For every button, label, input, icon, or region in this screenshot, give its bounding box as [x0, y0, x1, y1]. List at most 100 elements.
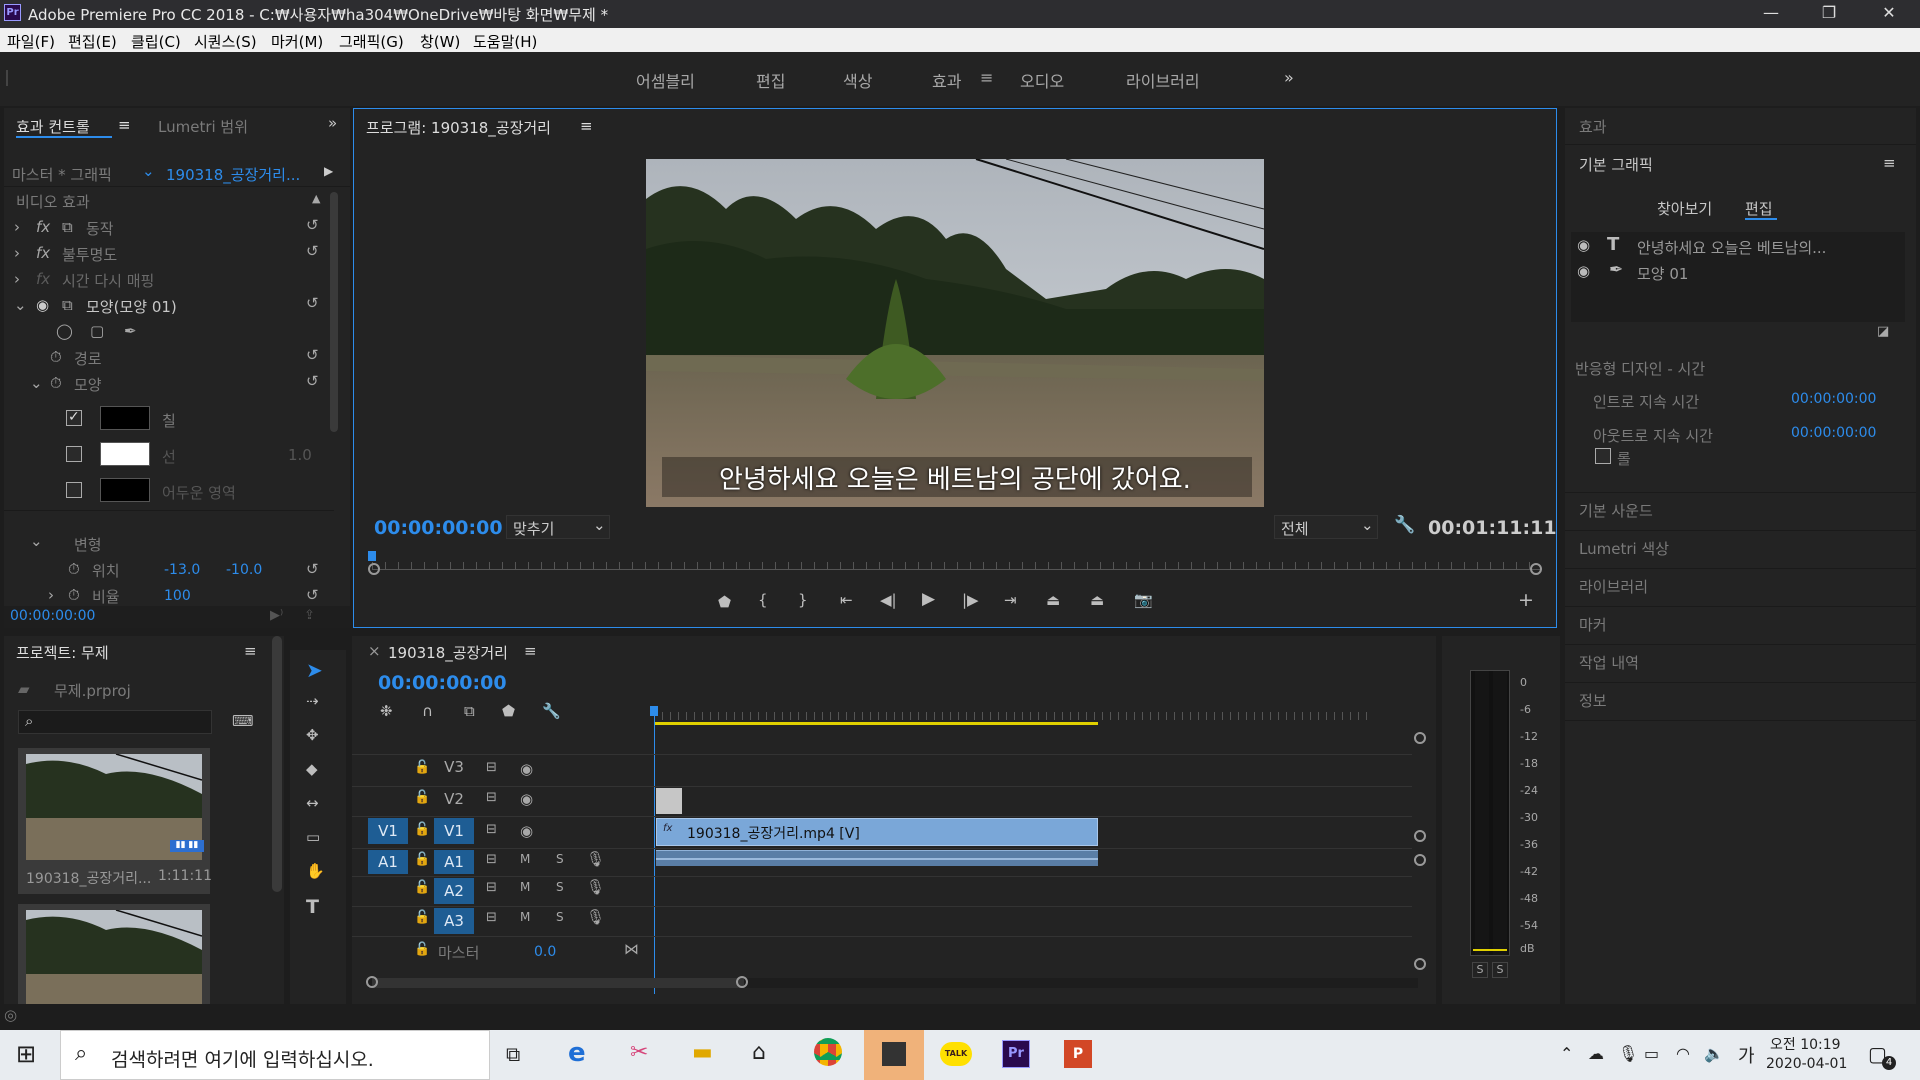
kakaotalk-icon[interactable]: TALK — [940, 1042, 972, 1066]
store-icon[interactable]: ⌂ — [752, 1040, 766, 1065]
windows-start-icon[interactable]: ⊞ — [16, 1040, 36, 1068]
project-panel-title[interactable]: 프로젝트: 무제 — [16, 642, 109, 663]
master-clip-label[interactable]: 마스터 * 그래픽 — [12, 164, 112, 185]
menu-graphics[interactable]: 그래픽(G) — [339, 31, 404, 52]
onedrive-icon[interactable]: ☁ — [1588, 1044, 1604, 1063]
lumetri-scopes-tab[interactable]: Lumetri 범위 — [158, 116, 248, 137]
effect-controls-timecode[interactable]: 00:00:00:00 — [10, 608, 95, 624]
eye-icon[interactable]: ◉ — [1577, 262, 1590, 280]
rectangle-tool-icon[interactable]: ▭ — [306, 828, 320, 846]
hand-tool-icon[interactable]: ✋ — [306, 862, 325, 880]
wrench-icon[interactable]: 🔧 — [1394, 515, 1415, 535]
stopwatch-icon[interactable]: ⏱ — [50, 348, 62, 366]
clock-date[interactable]: 2020-04-01 — [1766, 1056, 1847, 1072]
eye-icon[interactable]: ◉ — [36, 296, 49, 314]
program-monitor-title[interactable]: 프로그램: 190318_공장거리 — [366, 117, 551, 138]
step-back-icon[interactable]: ◀| — [880, 591, 897, 609]
solo-button[interactable]: S — [556, 910, 564, 924]
scale-value[interactable]: 100 — [164, 588, 191, 604]
reset-icon[interactable]: ↺ — [306, 242, 319, 260]
extract-icon[interactable]: ⏏ — [1090, 591, 1104, 609]
ripple-edit-tool-icon[interactable]: ✥ — [306, 726, 319, 744]
go-to-in-icon[interactable]: ⇤ — [840, 591, 853, 609]
background-render-icon[interactable]: ◎ — [4, 1006, 17, 1024]
position-x-value[interactable]: -13.0 — [164, 562, 200, 578]
markers-panel[interactable]: 마커 — [1579, 614, 1607, 635]
solo-right-button[interactable]: S — [1492, 962, 1508, 978]
mute-button[interactable]: M — [520, 880, 530, 894]
expand-chevron-icon[interactable]: › — [14, 218, 20, 236]
collapse-chevron-icon[interactable]: ⌄ — [30, 532, 43, 550]
layer-item-text[interactable]: ◉ T 안녕하세요 오늘은 베트남의... — [1571, 232, 1905, 258]
menu-file[interactable]: 파일(F) — [7, 31, 55, 52]
type-tool-icon[interactable]: T — [306, 896, 319, 918]
eye-icon[interactable]: ◉ — [520, 790, 533, 808]
lock-icon[interactable]: 🔓 — [414, 822, 430, 837]
add-marker-icon[interactable]: ⬟ — [502, 702, 515, 720]
project-search-box[interactable]: ⌕ — [18, 710, 212, 734]
layer-item-shape[interactable]: ◉ ✒ 모양 01 — [1571, 258, 1905, 284]
lock-icon[interactable]: 🔓 — [414, 790, 430, 805]
fill-color-swatch[interactable] — [100, 406, 150, 430]
timeline-settings-wrench-icon[interactable]: 🔧 — [542, 702, 561, 720]
insert-nest-icon[interactable]: ❉ — [380, 702, 393, 720]
sync-lock-icon[interactable]: ⊟ — [486, 910, 497, 925]
source-patch-v1[interactable]: V1 — [368, 818, 408, 844]
taskbar-search-box[interactable]: ⌕ 검색하려면 여기에 입력하십시오. — [60, 1030, 490, 1080]
track-a1-label[interactable]: A1 — [434, 850, 474, 874]
eye-icon[interactable]: ◉ — [520, 822, 533, 840]
expand-chevron-icon[interactable]: › — [14, 270, 20, 288]
volume-icon[interactable]: 🔈 — [1704, 1044, 1724, 1063]
work-area-bar[interactable] — [654, 722, 1098, 725]
essential-sound-panel[interactable]: 기본 사운드 — [1579, 500, 1653, 521]
track-a3-label[interactable]: A3 — [434, 908, 474, 934]
essential-graphics-title[interactable]: 기본 그래픽 — [1579, 154, 1653, 175]
workspace-effects[interactable]: 효과 — [932, 68, 961, 92]
fx-icon[interactable]: fx — [36, 244, 50, 262]
workspace-color[interactable]: 색상 — [843, 68, 872, 92]
menu-window[interactable]: 창(W) — [420, 31, 460, 52]
zoom-handle-left[interactable] — [368, 563, 380, 575]
reset-icon[interactable]: ↺ — [306, 346, 319, 364]
lock-icon[interactable]: 🔓 — [414, 880, 430, 895]
ime-indicator[interactable]: 가 — [1738, 1042, 1755, 1068]
position-y-value[interactable]: -10.0 — [226, 562, 262, 578]
selection-tool-icon[interactable]: ➤ — [306, 658, 323, 682]
slip-tool-icon[interactable]: ↔ — [306, 794, 319, 812]
mute-button[interactable]: M — [520, 910, 530, 924]
sync-lock-icon[interactable]: ⊟ — [486, 852, 497, 867]
stroke-color-swatch[interactable] — [100, 442, 150, 466]
new-layer-icon[interactable]: ◪ — [1877, 324, 1889, 339]
sync-lock-icon[interactable]: ⊟ — [486, 822, 497, 837]
audio-clip-a1[interactable] — [656, 850, 1098, 866]
timeline-ruler[interactable] — [654, 712, 1374, 720]
effects-panel-label[interactable]: 효과 — [1579, 116, 1607, 137]
v-zoom-handle-mid[interactable] — [1414, 830, 1426, 842]
ellipse-tool-icon[interactable]: ◯ — [56, 322, 73, 340]
tab-browse[interactable]: 찾아보기 — [1657, 198, 1712, 219]
play-icon[interactable]: ▶ — [922, 589, 935, 609]
timeline-zoom-bar[interactable] — [372, 978, 744, 988]
lock-icon[interactable]: 🔓 — [414, 852, 430, 867]
reset-icon[interactable]: ↺ — [306, 294, 319, 312]
track-a2-label[interactable]: A2 — [434, 878, 474, 904]
add-marker-icon[interactable]: ⬟ — [718, 593, 731, 611]
menu-edit[interactable]: 편집(E) — [68, 31, 117, 52]
snap-magnet-icon[interactable]: ∩ — [422, 702, 433, 720]
shadow-color-swatch[interactable] — [100, 478, 150, 502]
track-v1-label[interactable]: V1 — [434, 818, 474, 844]
workspace-editing[interactable]: 편집 — [756, 68, 785, 92]
reset-icon[interactable]: ↺ — [306, 216, 319, 234]
workspace-assembly[interactable]: 어셈블리 — [636, 68, 695, 92]
subtitle-text[interactable]: 안녕하세요 오늘은 베트남의 공단에 갔어요. — [646, 459, 1264, 496]
clip-thumbnail-card[interactable]: ▮▮ ▮▮ 190318_공장거리... 1:11:11 — [18, 748, 212, 894]
playhead-timecode[interactable]: 00:00:00:00 — [374, 517, 503, 539]
linked-selection-icon[interactable]: ⧉ — [464, 702, 475, 720]
lift-icon[interactable]: ⏏ — [1046, 591, 1060, 609]
project-menu-icon[interactable]: ≡ — [244, 642, 257, 660]
new-bin-icon[interactable]: ⌨ — [232, 712, 254, 730]
graphic-clip-v2[interactable] — [656, 788, 682, 814]
video-clip-v1[interactable]: fx 190318_공장거리.mp4 [V] — [656, 818, 1098, 846]
stopwatch-icon[interactable]: ⏱ — [68, 586, 80, 604]
video-frame[interactable]: 안녕하세요 오늘은 베트남의 공단에 갔어요. — [646, 159, 1264, 507]
